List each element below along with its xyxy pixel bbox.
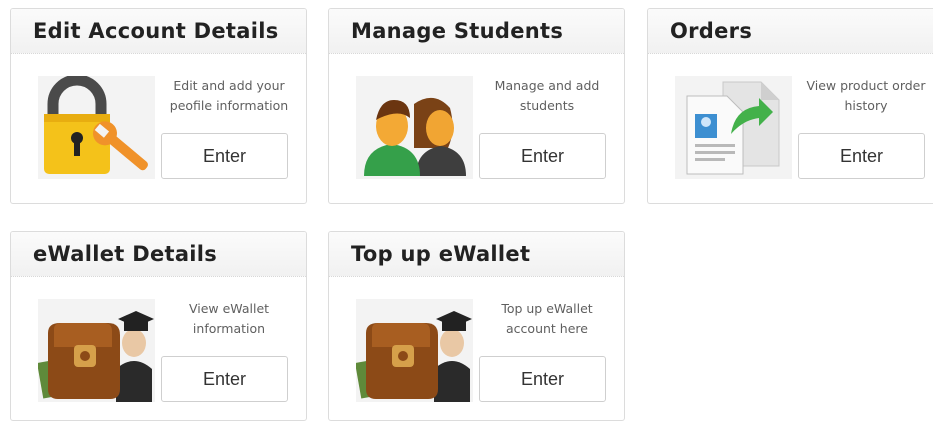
card-description: Manage and add students (494, 78, 600, 113)
card-title: Edit Account Details (33, 19, 279, 43)
card-header: Manage Students (329, 9, 624, 54)
card-description: Edit and add your peofile information (169, 78, 289, 113)
card-manage-students: Manage Students Manage and add students … (328, 8, 625, 204)
card-title: eWallet Details (33, 242, 218, 266)
documents-icon (675, 76, 792, 179)
card-title: Manage Students (351, 19, 564, 43)
card-description: View eWallet information (188, 301, 270, 336)
card-orders: Orders View product order history Enter (647, 8, 933, 204)
card-description: Top up eWallet account here (501, 301, 593, 336)
card-body: View eWallet information Enter (11, 277, 306, 420)
enter-button[interactable]: Enter (161, 356, 288, 402)
card-body: Manage and add students Enter (329, 54, 624, 203)
wallet-graduate-icon (356, 299, 473, 402)
card-header: Top up eWallet (329, 232, 624, 277)
card-body: Top up eWallet account here Enter (329, 277, 624, 420)
enter-button[interactable]: Enter (479, 356, 606, 402)
card-body: View product order history Enter (648, 54, 933, 203)
padlock-wrench-icon (38, 76, 155, 179)
enter-button[interactable]: Enter (479, 133, 606, 179)
enter-button[interactable]: Enter (161, 133, 288, 179)
card-description: View product order history (806, 78, 926, 113)
card-ewallet-details: eWallet Details View eWallet information… (10, 231, 307, 421)
card-title: Orders (670, 19, 753, 43)
students-icon (356, 76, 473, 179)
card-body: Edit and add your peofile information En… (11, 54, 306, 203)
card-top-up-ewallet: Top up eWallet Top up eWallet account he… (328, 231, 625, 421)
wallet-graduate-icon (38, 299, 155, 402)
enter-button[interactable]: Enter (798, 133, 925, 179)
card-title: Top up eWallet (351, 242, 531, 266)
card-header: eWallet Details (11, 232, 306, 277)
card-header: Orders (648, 9, 933, 54)
card-edit-account-details: Edit Account Details Edit and add your p… (10, 8, 307, 204)
card-header: Edit Account Details (11, 9, 306, 54)
